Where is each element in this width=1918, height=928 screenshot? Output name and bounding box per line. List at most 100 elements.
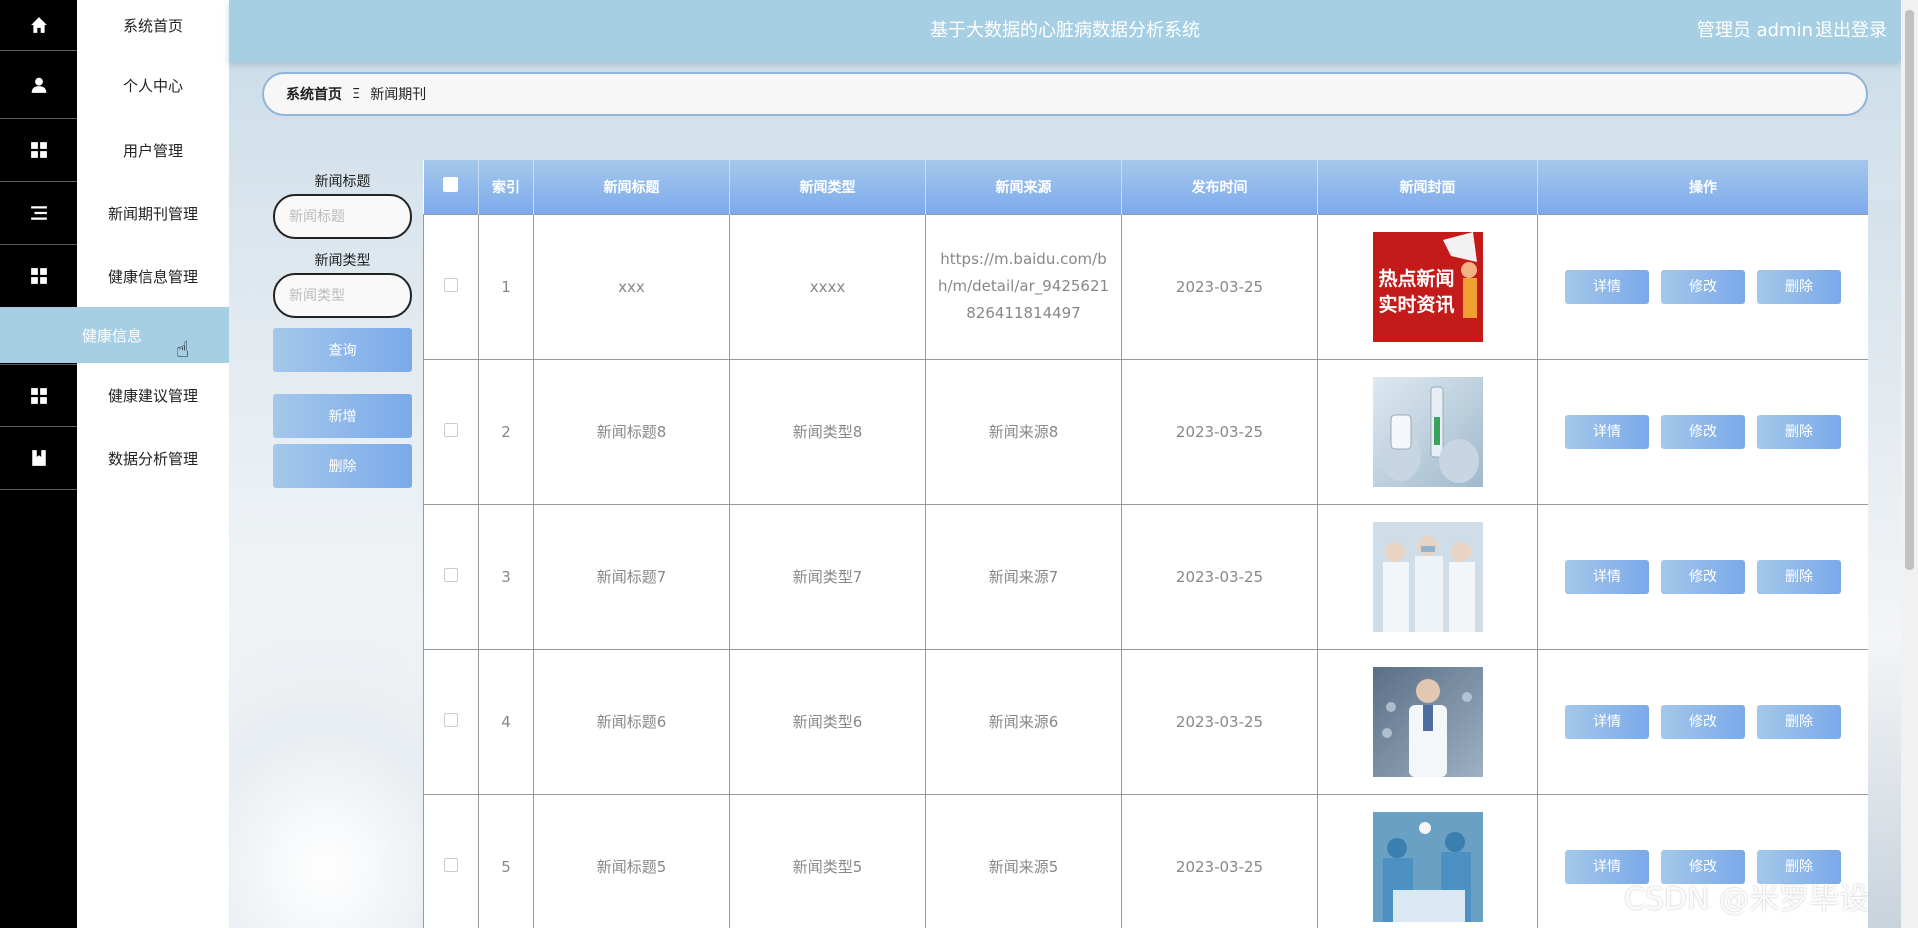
breadcrumb-home[interactable]: 系统首页 (286, 84, 342, 104)
grid-icon[interactable] (0, 245, 77, 308)
row-title: 新闻标题6 (533, 648, 730, 795)
header-title: 新闻标题 (533, 160, 730, 214)
menu-item-home[interactable]: 系统首页 (77, 0, 229, 51)
header-actions: 操作 (1537, 160, 1868, 214)
menu-item-personal-center[interactable]: 个人中心 (77, 51, 229, 119)
edit-button[interactable]: 修改 (1661, 414, 1745, 449)
delete-button[interactable]: 删除 (1757, 414, 1841, 449)
grid-icon[interactable] (0, 119, 77, 182)
breadcrumb-current: 新闻期刊 (370, 87, 427, 103)
delete-button[interactable]: 删除 (1757, 269, 1841, 304)
select-all-checkbox[interactable] (423, 160, 479, 214)
row-date: 2023-03-25 (1121, 213, 1318, 360)
row-type: 新闻类型6 (729, 648, 926, 795)
vaccine-cover-image (1372, 376, 1483, 487)
table-row: 2 新闻标题8 新闻类型8 新闻来源8 2023-03-25 详情 修改 删除 (423, 358, 1868, 505)
row-cover (1317, 503, 1538, 650)
top-header: 基于大数据的心脏病数据分析系统 管理员 admin 退出登录 (229, 0, 1901, 62)
row-checkbox[interactable] (423, 358, 479, 505)
menu-item-health-info-management[interactable]: 健康信息管理 (77, 245, 229, 308)
row-type: 新闻类型8 (729, 358, 926, 505)
row-title: 新闻标题5 (533, 793, 730, 928)
scrollbar-thumb[interactable] (1905, 10, 1914, 570)
add-button[interactable]: 新增 (273, 394, 412, 438)
row-source: 新闻来源7 (925, 503, 1122, 650)
detail-button[interactable]: 详情 (1565, 269, 1649, 304)
row-index: 4 (478, 648, 534, 795)
row-cover (1317, 358, 1538, 505)
breadcrumb-separator-icon: Ξ (352, 86, 361, 102)
row-checkbox[interactable] (423, 793, 479, 928)
edit-button[interactable]: 修改 (1661, 269, 1745, 304)
list-icon[interactable] (0, 182, 77, 245)
edit-button[interactable]: 修改 (1661, 559, 1745, 594)
surgery-cover-image (1372, 811, 1483, 922)
cover-text-1: 热点新闻 (1378, 267, 1455, 290)
table-row: 3 新闻标题7 新闻类型7 新闻来源7 2023-03-25 详情 修改 删除 (423, 503, 1868, 650)
book-icon[interactable] (0, 427, 77, 490)
menu-item-user-management[interactable]: 用户管理 (77, 119, 229, 182)
row-date: 2023-03-25 (1121, 503, 1318, 650)
row-title: 新闻标题7 (533, 503, 730, 650)
header-index: 索引 (478, 160, 534, 214)
title-search-input[interactable] (273, 194, 412, 239)
detail-button[interactable]: 详情 (1565, 414, 1649, 449)
row-actions: 详情 修改 删除 (1537, 503, 1868, 650)
row-index: 5 (478, 793, 534, 928)
row-source: 新闻来源5 (925, 793, 1122, 928)
menu-item-data-analysis-management[interactable]: 数据分析管理 (77, 427, 229, 490)
row-checkbox[interactable] (423, 503, 479, 650)
row-source: 新闻来源8 (925, 358, 1122, 505)
row-date: 2023-03-25 (1121, 793, 1318, 928)
menu-item-health-advice-management[interactable]: 健康建议管理 (77, 364, 229, 427)
icon-rail (0, 0, 77, 928)
row-type: 新闻类型5 (729, 793, 926, 928)
row-index: 3 (478, 503, 534, 650)
title-field-label: 新闻标题 (314, 174, 371, 190)
row-index: 1 (478, 213, 534, 360)
row-cover: 热点新闻 实时资讯 (1317, 213, 1538, 360)
header-cover: 新闻封面 (1317, 160, 1538, 214)
row-actions: 详情 修改 删除 (1537, 358, 1868, 505)
hot-news-cover-image: 热点新闻 实时资讯 (1372, 231, 1483, 342)
submenu-item-health-info[interactable]: 健康信息 (0, 307, 229, 363)
detail-button[interactable]: 详情 (1565, 559, 1649, 594)
query-button[interactable]: 查询 (273, 328, 412, 372)
row-cover (1317, 648, 1538, 795)
header-date: 发布时间 (1121, 160, 1318, 214)
table-header-row: 索引 新闻标题 新闻类型 新闻来源 发布时间 新闻封面 操作 (423, 160, 1868, 214)
menu-item-news-management[interactable]: 新闻期刊管理 (77, 182, 229, 245)
cover-text-2: 实时资讯 (1378, 293, 1455, 316)
sidebar-menu: 系统首页 个人中心 用户管理 新闻期刊管理 健康信息管理 健康建议管理 数据分析… (77, 0, 229, 928)
row-date: 2023-03-25 (1121, 358, 1318, 505)
type-search-input[interactable] (273, 273, 412, 318)
table-row: 4 新闻标题6 新闻类型6 新闻来源6 2023-03-25 详情 修改 删除 (423, 648, 1868, 795)
header-type: 新闻类型 (729, 160, 926, 214)
delete-button[interactable]: 删除 (1757, 704, 1841, 739)
home-icon[interactable] (0, 0, 77, 51)
row-actions: 详情 修改 删除 (1537, 648, 1868, 795)
hand-cursor-icon: ☝ (176, 338, 190, 363)
batch-delete-button[interactable]: 删除 (273, 444, 412, 488)
page-scrollbar[interactable] (1901, 0, 1918, 928)
row-source: https://m.baidu.com/bh/m/detail/ar_94256… (925, 213, 1122, 360)
news-table: 索引 新闻标题 新闻类型 新闻来源 发布时间 新闻封面 操作 1 xxx xxx… (423, 160, 1868, 928)
doctor-cover-image (1372, 666, 1483, 777)
detail-button[interactable]: 详情 (1565, 704, 1649, 739)
delete-button[interactable]: 删除 (1757, 559, 1841, 594)
type-field-label: 新闻类型 (314, 253, 371, 269)
breadcrumb: 系统首页 Ξ 新闻期刊 (262, 72, 1868, 116)
row-checkbox[interactable] (423, 213, 479, 360)
row-type: 新闻类型7 (729, 503, 926, 650)
grid-icon[interactable] (0, 364, 77, 427)
watermark: CSDN @米罗毕设 (1624, 882, 1870, 917)
row-actions: 详情 修改 删除 (1537, 213, 1868, 360)
row-source: 新闻来源6 (925, 648, 1122, 795)
app-title: 基于大数据的心脏病数据分析系统 (930, 20, 1200, 41)
row-title: xxx (533, 213, 730, 360)
user-icon[interactable] (0, 51, 77, 119)
logout-link[interactable]: 退出登录 (1815, 16, 1887, 42)
row-index: 2 (478, 358, 534, 505)
edit-button[interactable]: 修改 (1661, 704, 1745, 739)
row-checkbox[interactable] (423, 648, 479, 795)
